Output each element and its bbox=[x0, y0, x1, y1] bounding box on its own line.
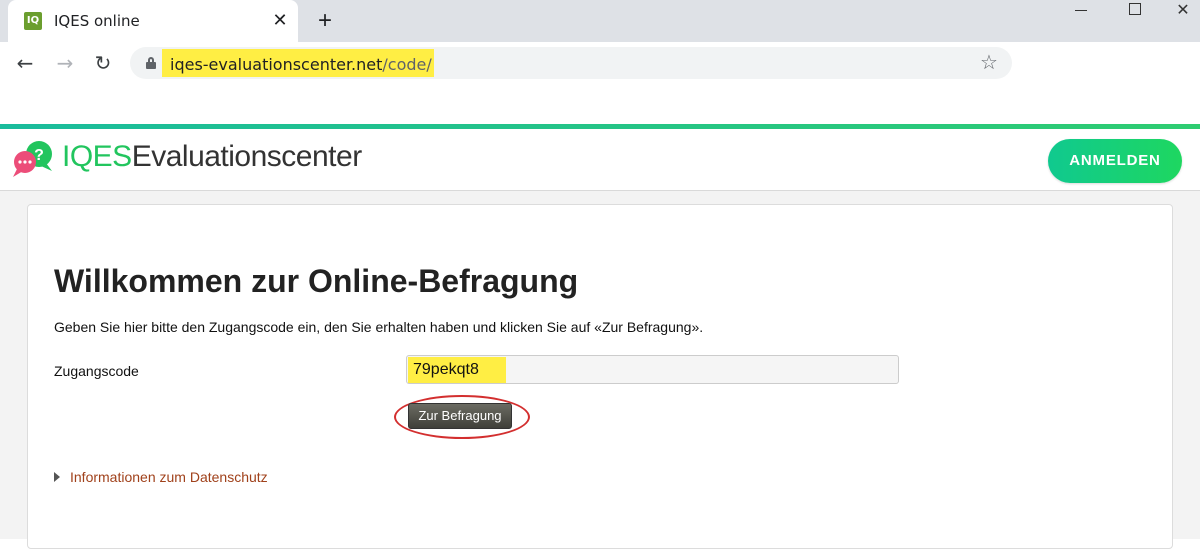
browser-toolbar: ← → ↻ iqes-evaluationscenter.net/code/ ☆ bbox=[0, 42, 1200, 84]
logo-brand: IQES bbox=[62, 140, 132, 173]
access-code-label: Zugangscode bbox=[54, 363, 139, 379]
tab-title: IQES online bbox=[54, 12, 140, 30]
access-code-input[interactable] bbox=[406, 355, 899, 384]
login-button[interactable]: ANMELDEN bbox=[1048, 139, 1182, 183]
new-tab-icon[interactable]: + bbox=[312, 8, 338, 34]
close-tab-icon[interactable]: ✕ bbox=[270, 10, 290, 30]
site-logo[interactable]: IQESEvaluationscenter bbox=[62, 140, 362, 174]
maximize-icon[interactable] bbox=[1112, 0, 1158, 20]
site-header: ? IQESEvaluationscenter ANMELDEN bbox=[0, 129, 1200, 191]
lock-icon[interactable] bbox=[146, 57, 156, 69]
iqes-favicon-icon: IQ bbox=[24, 12, 42, 30]
page-title: Willkommen zur Online-Befragung bbox=[54, 263, 579, 299]
url-domain: iqes-evaluationscenter.net bbox=[170, 55, 383, 74]
content-card: Willkommen zur Online-Befragung Geben Si… bbox=[27, 204, 1173, 549]
intro-text: Geben Sie hier bitte den Zugangscode ein… bbox=[54, 319, 704, 335]
bookmark-star-icon[interactable]: ☆ bbox=[980, 51, 998, 75]
privacy-info-link[interactable]: Informationen zum Datenschutz bbox=[70, 469, 268, 485]
reload-icon[interactable]: ↻ bbox=[90, 50, 116, 76]
url-path: /code/ bbox=[382, 55, 432, 74]
caret-right-icon bbox=[54, 472, 60, 482]
browser-tab[interactable]: IQ IQES online ✕ bbox=[8, 0, 298, 42]
start-survey-button[interactable]: Zur Befragung bbox=[408, 403, 512, 429]
back-arrow-icon[interactable]: ← bbox=[12, 50, 38, 76]
minimize-icon[interactable] bbox=[1058, 0, 1104, 20]
address-bar[interactable]: iqes-evaluationscenter.net/code/ ☆ bbox=[130, 47, 1012, 79]
url-text[interactable]: iqes-evaluationscenter.net/code/ bbox=[170, 55, 432, 74]
forward-arrow-icon[interactable]: → bbox=[52, 50, 78, 76]
window-close-icon[interactable]: ✕ bbox=[1160, 0, 1200, 20]
logo-subtitle: Evaluationscenter bbox=[131, 140, 362, 173]
browser-tabstrip: IQ IQES online ✕ + ✕ bbox=[0, 0, 1200, 42]
chat-bubbles-logo-icon: ? bbox=[13, 141, 52, 177]
